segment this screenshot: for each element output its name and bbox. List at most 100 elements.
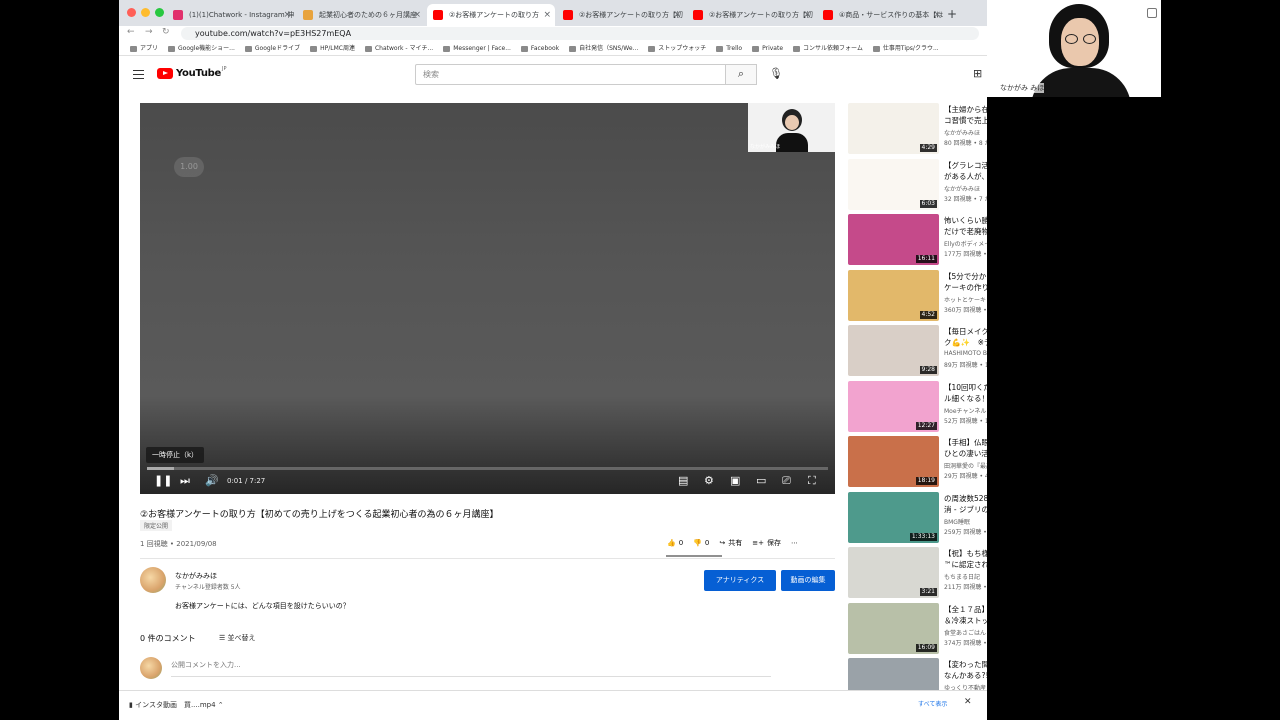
- video-thumbnail[interactable]: 6:03: [848, 158, 939, 210]
- new-tab-button[interactable]: +: [947, 4, 957, 24]
- edit-video-button[interactable]: 動画の編集: [781, 570, 835, 591]
- channel-avatar[interactable]: [140, 567, 166, 593]
- related-video-title[interactable]: 【5分で分かる】ふわふわホットケーキの作り方！膨らませ...: [944, 271, 987, 293]
- back-icon[interactable]: ←: [127, 27, 135, 37]
- dislike-button[interactable]: 👎 0: [693, 538, 709, 548]
- share-button[interactable]: ↪ 共有: [719, 538, 742, 548]
- fullscreen-icon[interactable]: ⛶: [808, 474, 816, 488]
- related-video-channel[interactable]: ホットとケーキさん。: [944, 295, 987, 304]
- related-video-item[interactable]: 6:03 【グラレコ活用】やりたいことがある人が、夢を叶えるため... なかがみみほ…: [848, 158, 987, 211]
- related-video-title[interactable]: 【主婦から在宅起業！】グラレコ習慣で売上UP: [944, 104, 987, 126]
- next-button[interactable]: ⏭: [180, 474, 190, 488]
- bookmark-item[interactable]: Private: [747, 42, 788, 55]
- bookmark-item[interactable]: コンサル依頼フォーム: [788, 42, 868, 55]
- close-download-bar[interactable]: ✕: [964, 697, 972, 707]
- theater-mode-icon[interactable]: ▭: [756, 474, 766, 488]
- related-video-title[interactable]: 【手相】仏眼・神秘十字があるひとの凄い活躍が始まる！: [944, 437, 987, 459]
- related-video-channel[interactable]: HASHIMOTO BEAUTY CHANNEL: [944, 350, 987, 357]
- video-thumbnail[interactable]: 3:21: [848, 547, 939, 598]
- related-video-title[interactable]: の周波数528Hz~脳ストレス解消 - ジブリの歌 - 睡眠BGM - ...: [944, 493, 987, 515]
- bookmark-item[interactable]: Google機能ショー...: [163, 42, 240, 55]
- related-video-channel[interactable]: もちまる日記: [944, 572, 987, 581]
- related-video-item[interactable]: 3:21 【祝】もち様がギネス世界記録™に認定されました。もちまる日記 211万 回…: [848, 547, 987, 599]
- related-video-title[interactable]: 【毎日メイク】✨ いきいきメイク💪✨ ※テロップ解説の...: [944, 326, 987, 348]
- miniplayer-icon[interactable]: ▣: [730, 474, 740, 488]
- volume-icon[interactable]: 🔊: [205, 474, 219, 488]
- video-thumbnail[interactable]: 4:29: [848, 103, 939, 154]
- progress-bar[interactable]: [147, 467, 828, 470]
- minimize-window-button[interactable]: [141, 8, 150, 17]
- bookmark-item[interactable]: Googleドライブ: [240, 42, 305, 55]
- browser-tab[interactable]: (1)(1)Chatwork - Instagram 伸 ×: [167, 4, 295, 26]
- related-video-item[interactable]: 4:29 【主婦から在宅起業！】グラレコ習慣で売上UP なかがみみほ 80 回視聴 •…: [848, 103, 987, 155]
- youtube-logo[interactable]: YouTube JP: [157, 66, 227, 79]
- video-thumbnail[interactable]: 18:19: [848, 436, 939, 487]
- close-tab-icon[interactable]: ×: [543, 4, 551, 26]
- close-tab-icon[interactable]: ×: [933, 4, 941, 26]
- comment-input[interactable]: 公開コメントを入力...: [171, 660, 771, 677]
- bookmark-item[interactable]: Trello: [711, 42, 747, 55]
- video-player[interactable]: なかがみみほ 1.00 一時停止（k） ❚❚ ⏭ 🔊 0:01 / 7:27 ▤…: [140, 103, 835, 494]
- video-thumbnail[interactable]: 9:28: [848, 325, 939, 376]
- related-video-item[interactable]: 16:11 怖いくらい勝手に痩せる！押すだけで老廃物がドバドバ流れ... Ellyの…: [848, 214, 987, 266]
- bookmark-item[interactable]: Messenger | Face...: [438, 42, 516, 55]
- mic-icon[interactable]: 🎙: [769, 67, 783, 80]
- related-video-channel[interactable]: なかがみみほ: [944, 184, 987, 193]
- bookmark-item[interactable]: 自社発信（SNS/We...: [564, 42, 643, 55]
- browser-tab[interactable]: ②お客様アンケートの取り方 ×: [427, 4, 555, 26]
- related-video-channel[interactable]: 田洞華愛の『最高の未来を思い出...: [944, 461, 987, 470]
- browser-tab[interactable]: ②お客様アンケートの取り方【初 ×: [687, 4, 815, 26]
- related-video-item[interactable]: 1:33:13 の周波数528Hz~脳ストレス解消 - ジブリの歌 - 睡眠BGM…: [848, 491, 987, 544]
- analytics-button[interactable]: アナリティクス: [704, 570, 776, 591]
- video-thumbnail[interactable]: 4:52: [848, 269, 939, 321]
- save-button[interactable]: ≡+ 保存: [752, 538, 781, 548]
- related-video-item[interactable]: 16:09 【全１７品】1週間分の作り置き＆冷凍ストックをひたすら... 食堂あさご…: [848, 602, 987, 655]
- maximize-window-button[interactable]: [155, 8, 164, 17]
- more-actions-button[interactable]: ⋯: [791, 538, 798, 548]
- chevron-up-icon[interactable]: ⌃: [216, 701, 224, 709]
- download-item[interactable]: ▮ インスタ動画 買....mp4 ⌃: [129, 700, 224, 710]
- close-window-button[interactable]: [127, 8, 136, 17]
- related-video-title[interactable]: 【10回叩くだけ】二の腕スルスル細くなる！: [944, 382, 987, 404]
- reload-icon[interactable]: ↻: [162, 27, 170, 37]
- close-tab-icon[interactable]: ×: [413, 4, 421, 26]
- subtitles-icon[interactable]: ▤: [678, 474, 688, 488]
- browser-tab[interactable]: ④商品・サービス作りの基本【は ×: [817, 4, 945, 26]
- related-video-item[interactable]: 9:28 【毎日メイク】✨ いきいきメイク💪✨ ※テロップ解説の... HASHIM…: [848, 325, 987, 377]
- sort-button[interactable]: ☰ 並べ替え: [219, 633, 256, 643]
- bookmark-item[interactable]: HP/LMC周連: [305, 42, 360, 55]
- video-thumbnail[interactable]: 1:33:13: [848, 491, 939, 543]
- bookmark-item[interactable]: ストップウォッチ: [643, 42, 711, 55]
- bookmark-item[interactable]: Facebook: [516, 42, 564, 55]
- related-video-item[interactable]: 4:52 【5分で分かる】ふわふわホットケーキの作り方！膨らませ... ホットとケー…: [848, 269, 987, 322]
- related-video-item[interactable]: 12:27 【10回叩くだけ】二の腕スルスル細くなる！ Moeチャンネル 52万 回視…: [848, 380, 987, 433]
- related-video-title[interactable]: 怖いくらい勝手に痩せる！押すだけで老廃物がドバドバ流れ...: [944, 215, 987, 237]
- bookmark-item[interactable]: 仕事用Tips/クラウ...: [868, 42, 944, 55]
- search-input[interactable]: 検索: [415, 64, 726, 85]
- related-video-channel[interactable]: Ellyのボディメイクチャンネル｜Ju...: [944, 239, 987, 248]
- related-video-title[interactable]: 【グラレコ活用】やりたいことがある人が、夢を叶えるため...: [944, 160, 987, 182]
- bookmark-item[interactable]: Chatwork - マイチ...: [360, 42, 438, 55]
- like-button[interactable]: 👍 0: [667, 538, 683, 548]
- video-thumbnail[interactable]: 16:09: [848, 602, 939, 654]
- search-button[interactable]: ⌕: [725, 64, 757, 85]
- menu-icon[interactable]: [133, 70, 144, 79]
- related-video-title[interactable]: 【変わった間取り】風呂の先になんかある?!衝撃のメゾネッ...: [944, 659, 987, 681]
- browser-tab[interactable]: ②お客様アンケートの取り方【初 ×: [557, 4, 685, 26]
- browser-tab[interactable]: 起業初心者のための６ヶ月講座 ×: [297, 4, 425, 26]
- channel-name[interactable]: なかがみみほ: [175, 571, 217, 581]
- bookmark-item[interactable]: アプリ: [125, 42, 163, 55]
- video-thumbnail[interactable]: 16:11: [848, 214, 939, 265]
- settings-icon[interactable]: ⚙: [704, 474, 714, 488]
- related-video-channel[interactable]: 食堂あさごはん: [944, 628, 987, 637]
- pause-button[interactable]: ❚❚: [154, 474, 172, 488]
- url-field[interactable]: youtube.com/watch?v=pE3HS27mEQA: [181, 27, 979, 40]
- related-video-channel[interactable]: なかがみみほ: [944, 128, 987, 137]
- video-thumbnail[interactable]: 12:27: [848, 380, 939, 432]
- forward-icon[interactable]: →: [145, 27, 153, 37]
- related-video-channel[interactable]: BMG睡眠: [944, 517, 987, 526]
- related-video-item[interactable]: 18:19 【手相】仏眼・神秘十字があるひとの凄い活躍が始まる！ 田洞華愛の『最高の…: [848, 436, 987, 488]
- close-tab-icon[interactable]: ×: [803, 4, 811, 26]
- show-all-downloads[interactable]: すべて表示: [918, 699, 947, 708]
- close-tab-icon[interactable]: ×: [673, 4, 681, 26]
